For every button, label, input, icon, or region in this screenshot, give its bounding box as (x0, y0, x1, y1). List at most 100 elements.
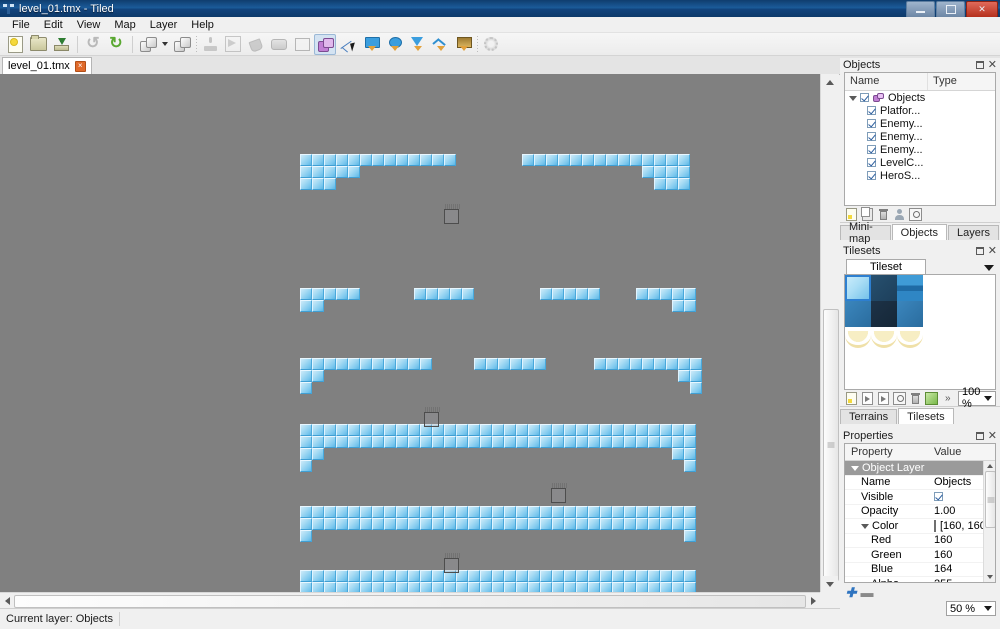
new-map-button[interactable] (4, 34, 26, 55)
map-canvas[interactable] (0, 74, 838, 592)
canvas-zoom-combo[interactable]: 50 % (946, 601, 996, 616)
properties-scroll-down[interactable] (985, 573, 994, 581)
canvas-horizontal-scrollbar[interactable] (0, 592, 820, 609)
tileset-tile[interactable] (871, 301, 897, 327)
object-marker-2[interactable] (424, 407, 440, 427)
new-tileset-button[interactable] (844, 391, 858, 405)
property-row[interactable]: Name Objects (845, 476, 995, 490)
tileset-view[interactable] (844, 274, 996, 390)
scroll-right-button[interactable] (806, 593, 820, 608)
expand-triangle-icon[interactable] (861, 523, 869, 529)
close-dock-icon[interactable]: ✕ (988, 245, 997, 256)
object-group-row[interactable]: Objects (845, 91, 995, 104)
tab-objects[interactable]: Objects (891, 224, 947, 240)
tab-mini-map[interactable]: Mini-map (840, 221, 891, 245)
scroll-up-button[interactable] (821, 74, 838, 90)
expand-triangle-icon[interactable] (849, 96, 857, 101)
close-button[interactable]: ✕ (966, 1, 998, 18)
menu-layer[interactable]: Layer (143, 18, 185, 32)
expand-arrows-icon[interactable]: » (945, 393, 951, 404)
scroll-left-button[interactable] (0, 593, 14, 608)
insert-polygon-tool[interactable] (406, 34, 428, 55)
visible-checkbox[interactable] (934, 492, 943, 502)
float-dock-icon[interactable] (975, 247, 984, 255)
remove-property-button[interactable]: ▬ (860, 586, 874, 599)
horizontal-scroll-thumb[interactable] (14, 595, 806, 608)
visibility-checkbox[interactable] (867, 132, 876, 141)
visibility-checkbox[interactable] (860, 93, 869, 102)
duplicate-object-button[interactable] (860, 206, 874, 221)
close-dock-icon[interactable]: ✕ (988, 59, 997, 70)
object-marker-1[interactable] (444, 204, 460, 224)
tileset-tile[interactable] (845, 301, 871, 327)
objects-tree[interactable]: Name Type Objects Platfor... Enemy... Enemy… (844, 72, 996, 206)
maximize-button[interactable] (936, 1, 965, 18)
random-mode-button[interactable] (171, 34, 193, 55)
float-dock-icon[interactable] (975, 432, 984, 440)
document-tab-level01[interactable]: level_01.tmx × (2, 57, 92, 74)
tab-layers[interactable]: Layers (947, 225, 999, 240)
new-object-button[interactable] (844, 207, 858, 221)
object-properties-button[interactable] (908, 207, 922, 221)
object-list-item[interactable]: Platfor... (845, 104, 995, 117)
tab-tilesets[interactable]: Tilesets (898, 408, 954, 424)
tileset-tile[interactable] (845, 275, 871, 301)
expand-triangle-icon[interactable] (851, 465, 859, 471)
redo-button[interactable]: ↻ (105, 34, 127, 55)
insert-rectangle-tool[interactable] (360, 34, 382, 55)
properties-table[interactable]: Property Value Object Layer Name Objects Vi… (844, 443, 996, 583)
bucket-fill-tool[interactable] (245, 34, 267, 55)
properties-vertical-scrollbar[interactable] (983, 461, 995, 582)
tileset-zoom-combo[interactable]: 100 % (958, 386, 996, 410)
menu-help[interactable]: Help (184, 18, 221, 32)
property-row[interactable]: Color [160, 160... (845, 519, 995, 534)
menu-view[interactable]: View (70, 18, 108, 32)
import-tileset-button[interactable] (860, 391, 874, 405)
edit-polygons-tool[interactable] (337, 34, 359, 55)
color-swatch[interactable] (934, 519, 936, 532)
tileset-tile[interactable] (897, 327, 923, 353)
object-marker-4[interactable] (444, 553, 460, 573)
select-objects-tool[interactable] (314, 33, 336, 55)
visibility-checkbox[interactable] (867, 106, 876, 115)
property-row[interactable]: Blue 164 (845, 563, 995, 577)
menu-file[interactable]: File (5, 18, 37, 32)
tileset-tile[interactable] (845, 327, 871, 353)
properties-scroll-thumb[interactable] (985, 471, 995, 528)
random-mode-dropdown[interactable] (160, 34, 170, 55)
object-list-item[interactable]: Enemy... (845, 130, 995, 143)
minimize-button[interactable] (906, 1, 935, 18)
tab-terrains[interactable]: Terrains (840, 409, 898, 424)
tileset-tile[interactable] (871, 327, 897, 353)
close-tab-icon[interactable]: × (74, 60, 86, 72)
tileset-tile[interactable] (897, 275, 923, 301)
insert-ellipse-tool[interactable] (383, 34, 405, 55)
tileset-properties-button[interactable] (892, 391, 906, 405)
property-row[interactable]: Object Layer (845, 461, 995, 476)
property-row[interactable]: Opacity 1.00 (845, 505, 995, 519)
visibility-checkbox[interactable] (867, 145, 876, 154)
vertical-scroll-thumb[interactable] (823, 309, 839, 581)
eraser-tool[interactable] (268, 34, 290, 55)
tileset-tab[interactable]: Tileset (846, 259, 926, 274)
tileset-tile[interactable] (871, 275, 897, 301)
map-properties-button[interactable] (137, 34, 159, 55)
float-dock-icon[interactable] (975, 61, 984, 69)
terrain-brush-tool[interactable] (222, 34, 244, 55)
undo-button[interactable]: ↺ (82, 34, 104, 55)
properties-scroll-up[interactable] (985, 462, 994, 470)
visibility-checkbox[interactable] (867, 119, 876, 128)
stamp-brush-tool[interactable] (199, 34, 221, 55)
object-list-item[interactable]: LevelC... (845, 156, 995, 169)
tileset-tile[interactable] (897, 301, 923, 327)
menu-edit[interactable]: Edit (37, 18, 70, 32)
close-dock-icon[interactable]: ✕ (988, 430, 997, 441)
property-row[interactable]: Green 160 (845, 548, 995, 563)
open-file-button[interactable] (27, 34, 49, 55)
add-property-button[interactable]: ✚ (844, 586, 858, 599)
rectangular-select-tool[interactable] (291, 34, 313, 55)
delete-object-button[interactable] (876, 208, 890, 221)
object-types-button[interactable] (892, 208, 906, 221)
export-tileset-button[interactable] (876, 391, 890, 405)
visibility-checkbox[interactable] (867, 158, 876, 167)
